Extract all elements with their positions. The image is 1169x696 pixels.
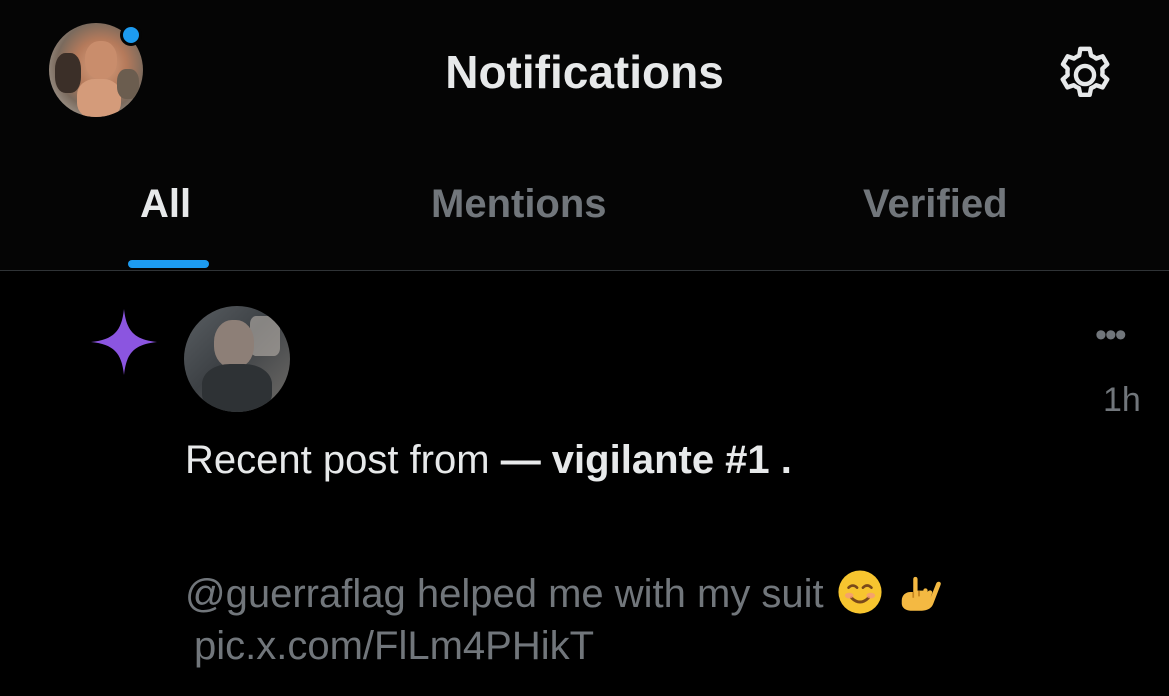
avatar-photo-detail [214,320,254,368]
active-tab-indicator [128,260,209,268]
summary-end: . [769,438,792,482]
avatar-photo-detail [202,364,272,412]
author-name[interactable]: — vigilante #1 [501,438,770,482]
tab-all[interactable]: All [140,178,191,230]
tab-mentions[interactable]: Mentions [431,178,607,230]
author-avatar[interactable] [184,306,290,412]
tab-verified[interactable]: Verified [863,178,1008,230]
unread-indicator [120,24,142,46]
timestamp: 1h [1103,381,1141,419]
notification-summary: Recent post from — vigilante #1 . [185,434,792,486]
summary-intro: Recent post from [185,438,501,482]
post-link[interactable]: pic.x.com/FlLm4PHikT [194,620,1145,672]
settings-gear-icon[interactable] [1052,42,1118,108]
avatar-photo-detail [250,316,280,356]
post-preview[interactable]: @guerraflag helped me with my suit pic.x… [185,568,1145,672]
top-bar: Notifications All Mentions Verified [0,0,1169,271]
more-options-button[interactable]: ••• [1095,318,1127,352]
smiling-face-icon [838,570,882,614]
post-text: @guerraflag helped me with my suit [185,572,824,616]
sparkle-icon [91,309,157,375]
call-me-hand-icon [901,576,941,611]
page-title: Notifications [445,46,724,98]
